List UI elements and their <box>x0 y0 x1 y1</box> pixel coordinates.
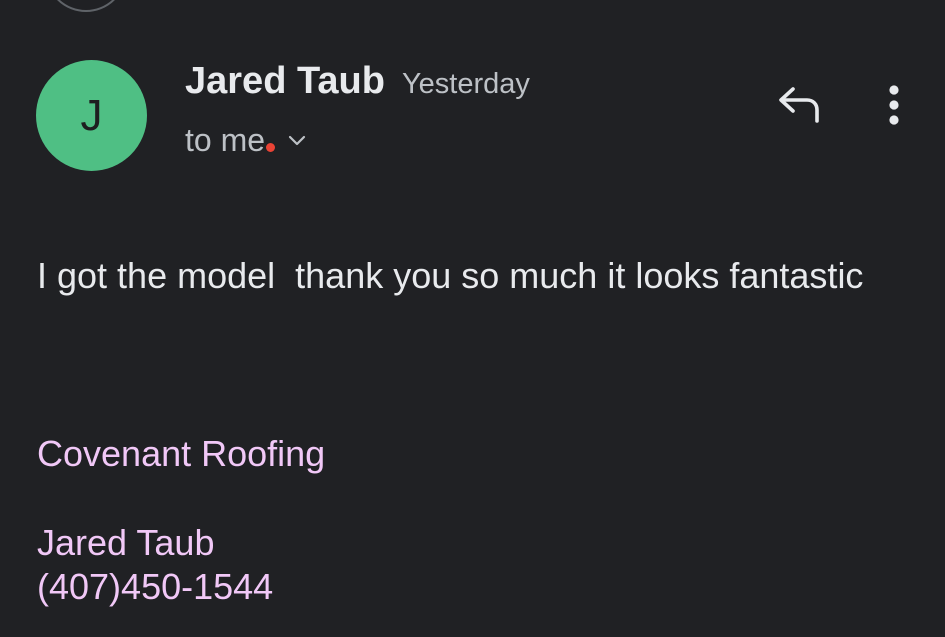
recipient-label: to me <box>185 122 266 158</box>
reply-button[interactable] <box>774 84 826 128</box>
message-body: I got the model thank you so much it loo… <box>37 255 864 296</box>
chevron-down-icon <box>287 134 307 148</box>
message-timestamp: Yesterday <box>402 68 530 100</box>
email-message-view: J Jared Taub Yesterday to me I got the m… <box>0 0 945 637</box>
signature-company: Covenant Roofing <box>37 433 326 474</box>
sender-name: Jared Taub <box>185 60 385 102</box>
recipient-details-toggle[interactable]: to me <box>185 124 307 156</box>
previous-avatar <box>45 0 127 12</box>
signature-phone[interactable]: (407)450-1544 <box>37 565 273 609</box>
sender-avatar[interactable]: J <box>36 60 147 171</box>
more-vert-icon <box>888 84 900 130</box>
unread-dot <box>266 142 276 152</box>
more-options-button[interactable] <box>872 84 916 130</box>
reply-icon <box>777 85 823 128</box>
signature-name: Jared Taub <box>37 522 215 563</box>
avatar-initial: J <box>80 90 103 140</box>
